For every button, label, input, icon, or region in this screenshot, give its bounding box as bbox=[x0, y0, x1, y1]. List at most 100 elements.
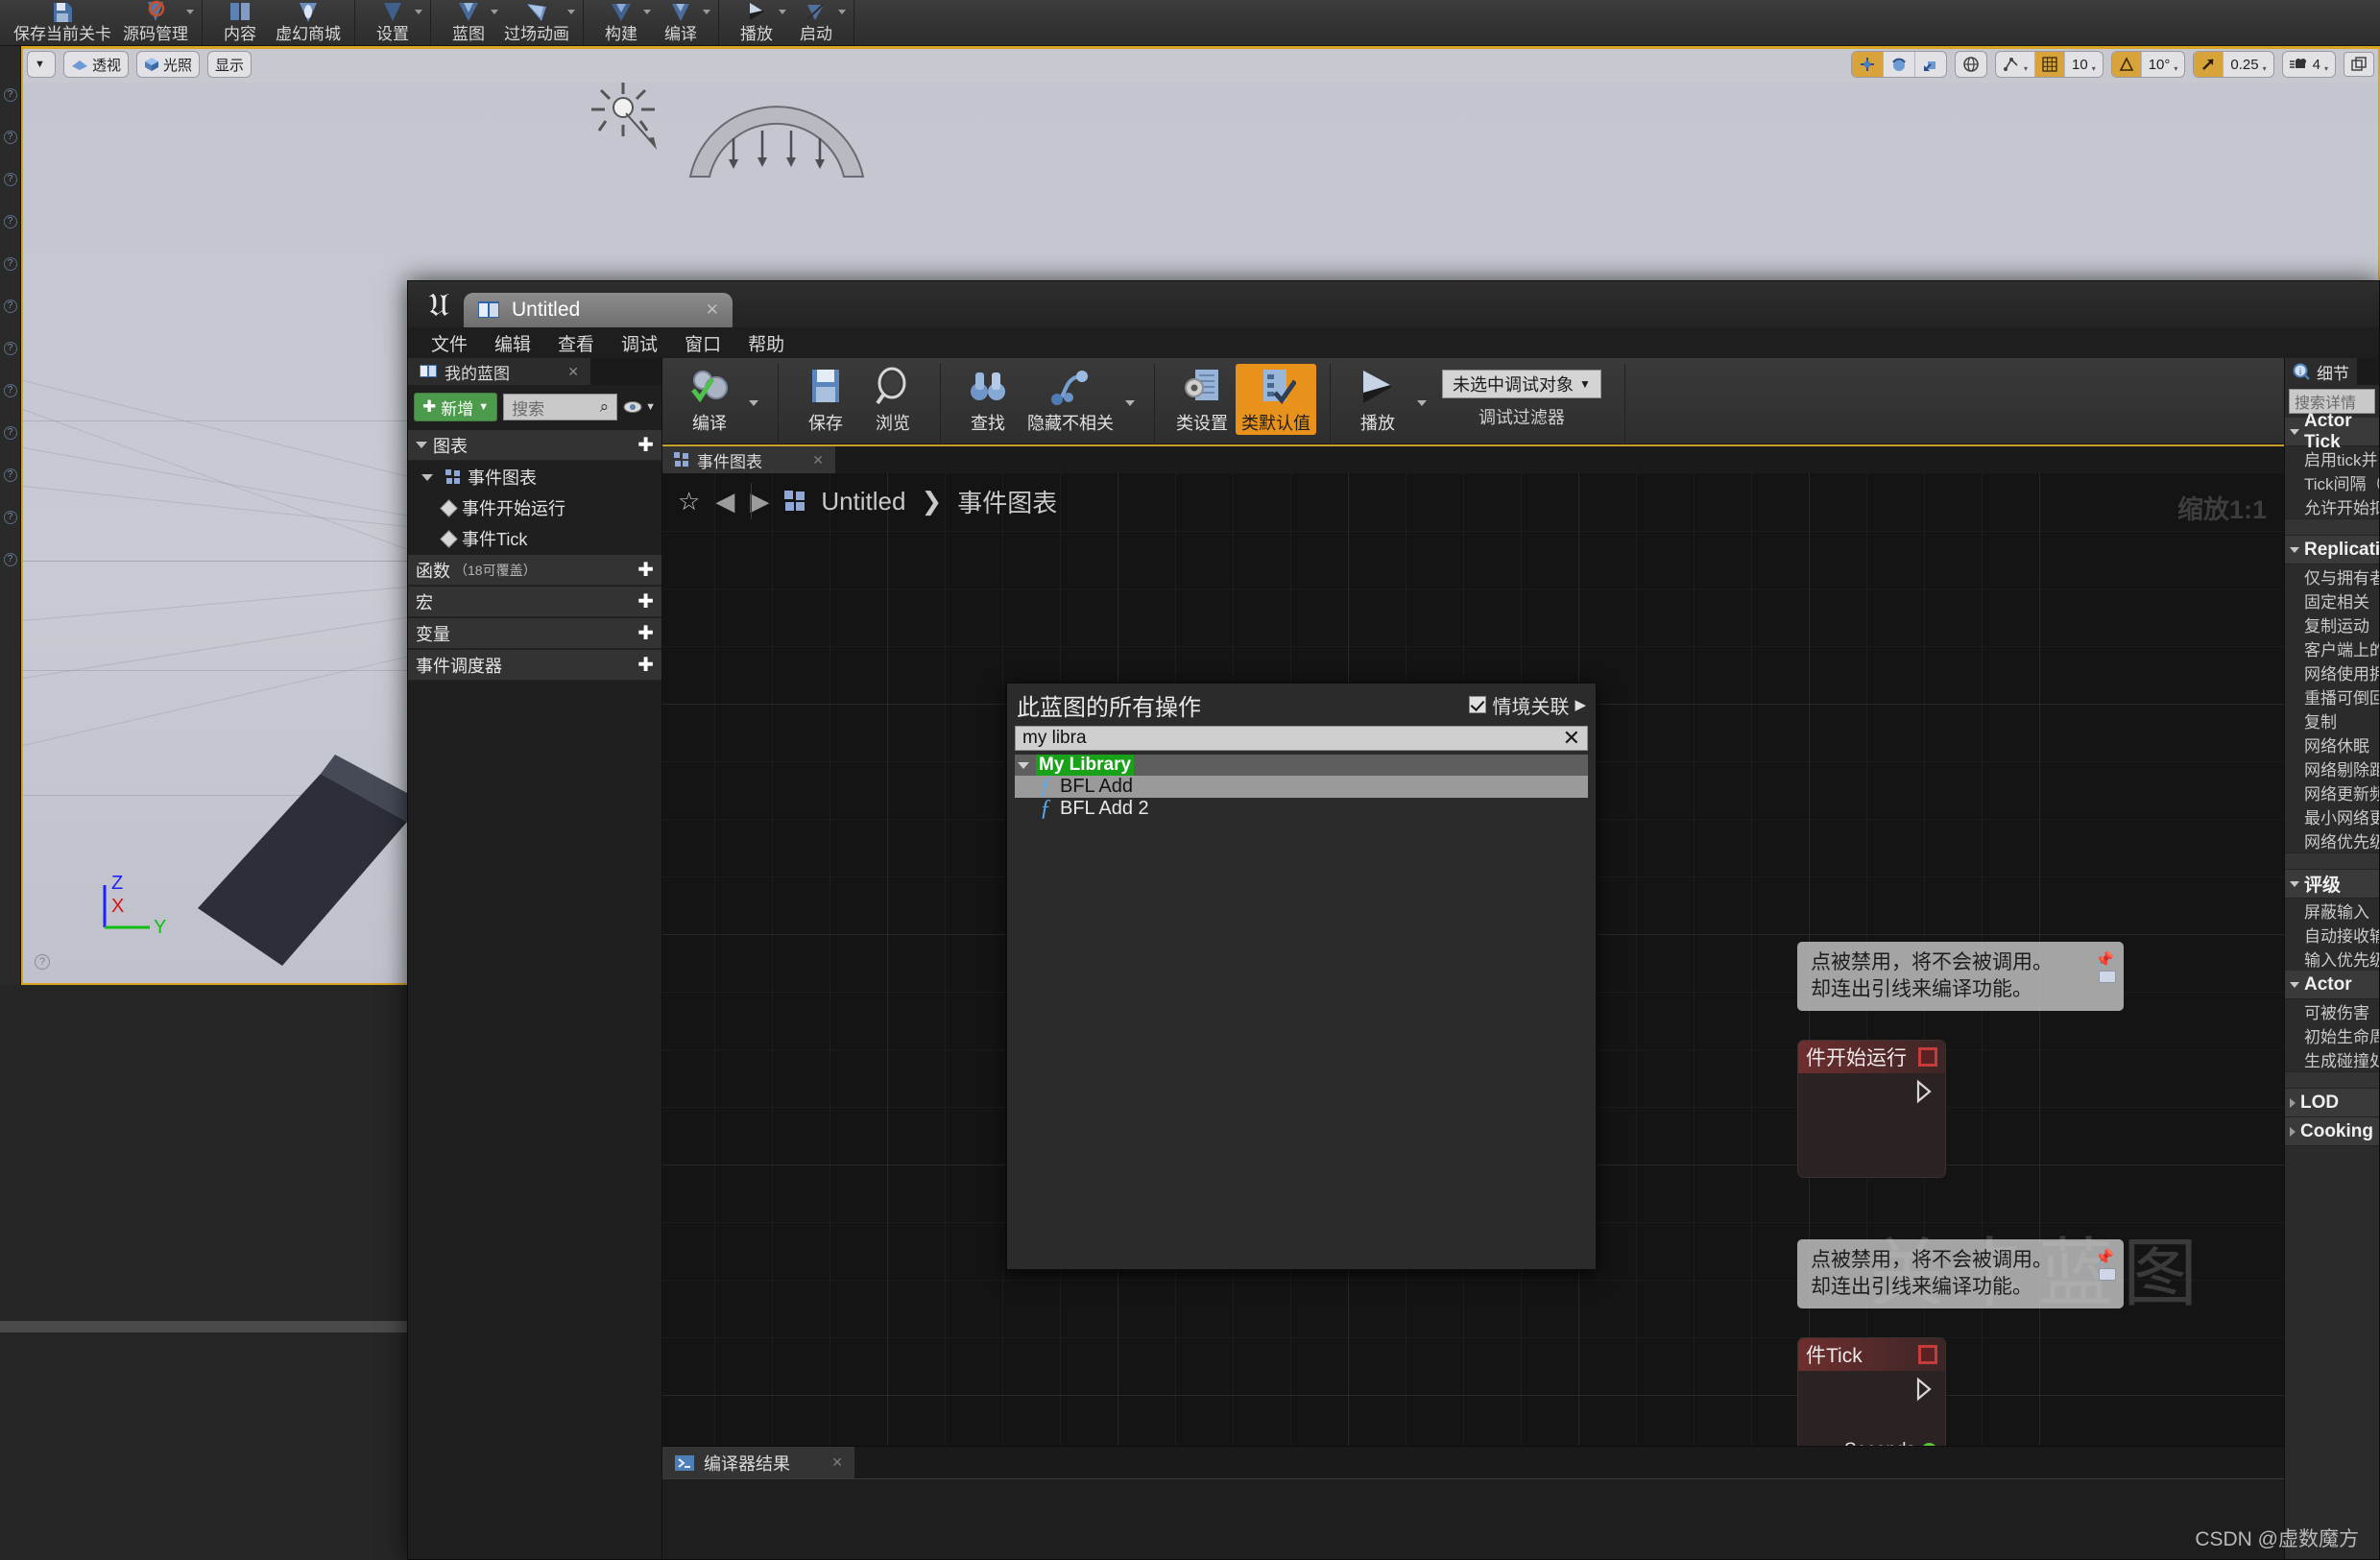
menu-item-edit[interactable]: 编辑 bbox=[481, 330, 544, 356]
action-item-bfl-add-2[interactable]: ƒ BFL Add 2 bbox=[1015, 798, 1588, 820]
help-icon[interactable]: ? bbox=[4, 511, 17, 524]
help-icon[interactable]: ? bbox=[4, 426, 17, 440]
find-button[interactable]: 查找 bbox=[954, 364, 1022, 435]
menu-item-debug[interactable]: 调试 bbox=[608, 330, 671, 356]
details-group-rating[interactable]: 评级 bbox=[2285, 870, 2379, 899]
build-button[interactable]: 构建 bbox=[591, 0, 651, 45]
help-icon[interactable]: ? bbox=[4, 131, 17, 144]
chevron-right-icon[interactable]: ▶ bbox=[1575, 696, 1586, 713]
help-icon[interactable]: ? bbox=[4, 342, 17, 355]
details-row[interactable]: 输入优先级 bbox=[2285, 947, 2379, 971]
tab-event-graph[interactable]: 事件图表 ✕ bbox=[662, 446, 835, 473]
play-button[interactable]: 播放 bbox=[1344, 364, 1411, 435]
event-node-tick[interactable]: 件Tick Seconds bbox=[1797, 1337, 1946, 1446]
chevron-right-icon[interactable] bbox=[2290, 1127, 2296, 1137]
tree-item-event-tick[interactable]: 事件Tick bbox=[408, 523, 661, 554]
exec-output-pin[interactable] bbox=[1914, 1079, 1937, 1104]
section-event-dispatchers[interactable]: 事件调度器 ✚ bbox=[408, 650, 661, 681]
details-row[interactable]: 重播可倒回 bbox=[2285, 684, 2379, 708]
arrow-left-icon[interactable]: ◀ bbox=[715, 487, 734, 516]
details-row[interactable]: 复制运动 bbox=[2285, 612, 2379, 636]
debug-object-select[interactable]: 未选中调试对象 ▼ bbox=[1442, 370, 1601, 398]
compile-button[interactable]: 编译 bbox=[651, 0, 710, 45]
exec-output-pin[interactable] bbox=[1914, 1377, 1937, 1402]
add-function-button[interactable]: ✚ bbox=[637, 558, 654, 582]
chevron-down-icon[interactable] bbox=[421, 474, 433, 481]
details-row[interactable]: 自动接收输 bbox=[2285, 923, 2379, 947]
compiler-results-body[interactable] bbox=[662, 1478, 2284, 1559]
content-button[interactable]: 内容 bbox=[210, 0, 270, 45]
details-group-cooking[interactable]: Cooking bbox=[2285, 1117, 2379, 1146]
tab-compiler-results[interactable]: 编译器结果 ✕ bbox=[662, 1447, 854, 1478]
section-macros[interactable]: 宏 ✚ bbox=[408, 587, 661, 617]
add-macro-button[interactable]: ✚ bbox=[637, 589, 654, 613]
comment-node[interactable]: 点被禁用，将不会被调用。 却连出引线来编译功能。 📌 bbox=[1797, 1239, 2124, 1308]
details-row[interactable]: 客户端上的 bbox=[2285, 636, 2379, 660]
action-item-bfl-add[interactable]: ƒ BFL Add bbox=[1015, 776, 1588, 798]
star-icon[interactable]: ☆ bbox=[678, 487, 700, 516]
menu-item-window[interactable]: 窗口 bbox=[671, 330, 734, 356]
details-row[interactable]: 网络休眠 bbox=[2285, 732, 2379, 756]
chevron-down-icon[interactable] bbox=[415, 10, 422, 14]
chevron-down-icon[interactable] bbox=[1125, 400, 1135, 406]
chevron-down-icon[interactable] bbox=[749, 400, 758, 406]
chevron-down-icon[interactable] bbox=[1018, 762, 1029, 769]
save-current-level-button[interactable]: 保存当前关卡 bbox=[8, 0, 117, 45]
close-icon[interactable]: ✕ bbox=[567, 364, 579, 380]
compile-button[interactable]: 编译 bbox=[676, 364, 743, 435]
hide-unrelated-button[interactable]: 隐藏不相关 bbox=[1022, 364, 1119, 435]
section-functions[interactable]: 函数 （18可覆盖） ✚ bbox=[408, 555, 661, 586]
details-row[interactable]: Tick间隔（ bbox=[2285, 470, 2379, 494]
details-row[interactable]: 最小网络更 bbox=[2285, 804, 2379, 828]
add-event-dispatcher-button[interactable]: ✚ bbox=[637, 653, 654, 677]
close-icon[interactable]: ✕ bbox=[812, 452, 824, 468]
chevron-down-icon[interactable] bbox=[416, 442, 427, 448]
details-row[interactable]: 网络优先级 bbox=[2285, 828, 2379, 852]
browse-button[interactable]: 浏览 bbox=[859, 364, 926, 435]
chevron-down-icon[interactable] bbox=[1417, 400, 1427, 406]
help-icon[interactable]: ? bbox=[4, 384, 17, 397]
details-row[interactable]: 网络更新频 bbox=[2285, 780, 2379, 804]
tree-item-event-begin-play[interactable]: 事件开始运行 bbox=[408, 492, 661, 523]
chevron-down-icon[interactable] bbox=[2290, 982, 2299, 988]
comment-node[interactable]: 点被禁用，将不会被调用。 却连出引线来编译功能。 📌 bbox=[1797, 942, 2124, 1011]
section-graphs[interactable]: 图表 ✚ bbox=[408, 430, 661, 461]
cinematics-button[interactable]: 过场动画 bbox=[498, 0, 575, 45]
menu-item-file[interactable]: 文件 bbox=[418, 330, 481, 356]
add-graph-button[interactable]: ✚ bbox=[637, 433, 654, 457]
chevron-down-icon[interactable] bbox=[491, 10, 498, 14]
menu-item-view[interactable]: 查看 bbox=[544, 330, 608, 356]
settings-button[interactable]: 设置 bbox=[363, 0, 422, 45]
float-output-pin[interactable] bbox=[1921, 1443, 1937, 1447]
details-row[interactable]: 屏蔽输入 bbox=[2285, 899, 2379, 923]
help-icon[interactable]: ? bbox=[4, 173, 17, 186]
tab-details[interactable]: i 细节 bbox=[2285, 358, 2357, 385]
blueprint-window-tab[interactable]: Untitled ✕ bbox=[464, 293, 733, 327]
chevron-right-icon[interactable] bbox=[2290, 1098, 2296, 1108]
breadcrumb-root[interactable]: Untitled bbox=[821, 487, 905, 516]
chevron-down-icon[interactable] bbox=[2290, 547, 2299, 553]
class-defaults-button[interactable]: 类默认值 bbox=[1236, 364, 1316, 435]
chevron-down-icon[interactable] bbox=[838, 10, 846, 14]
source-control-button[interactable]: 源码管理 bbox=[117, 0, 194, 45]
chevron-down-icon[interactable] bbox=[186, 10, 194, 14]
delta-seconds-pin-row[interactable]: Seconds bbox=[1844, 1440, 1937, 1446]
add-variable-button[interactable]: ✚ bbox=[637, 621, 654, 645]
details-row[interactable]: 仅与拥有者 bbox=[2285, 564, 2379, 588]
chevron-down-icon[interactable] bbox=[2290, 881, 2299, 887]
help-icon[interactable]: ? bbox=[4, 468, 17, 482]
details-row[interactable]: 固定相关 bbox=[2285, 588, 2379, 612]
details-row[interactable]: 可被伤害 bbox=[2285, 999, 2379, 1023]
arrow-right-icon[interactable]: ▶ bbox=[750, 487, 769, 516]
context-sensitive-toggle[interactable]: 情境关联 ▶ bbox=[1469, 691, 1586, 719]
action-category-my-library[interactable]: My Library bbox=[1015, 755, 1588, 776]
chevron-down-icon[interactable] bbox=[779, 10, 786, 14]
section-variables[interactable]: 变量 ✚ bbox=[408, 618, 661, 649]
close-icon[interactable]: ✕ bbox=[831, 1454, 843, 1471]
save-button[interactable]: 保存 bbox=[792, 364, 859, 435]
my-blueprint-search-input[interactable]: 搜索 ⌕ bbox=[503, 394, 617, 420]
menu-item-help[interactable]: 帮助 bbox=[734, 330, 798, 356]
checkbox-icon[interactable] bbox=[1469, 696, 1486, 713]
help-icon[interactable]: ? bbox=[4, 257, 17, 271]
chevron-down-icon[interactable] bbox=[2290, 429, 2299, 435]
